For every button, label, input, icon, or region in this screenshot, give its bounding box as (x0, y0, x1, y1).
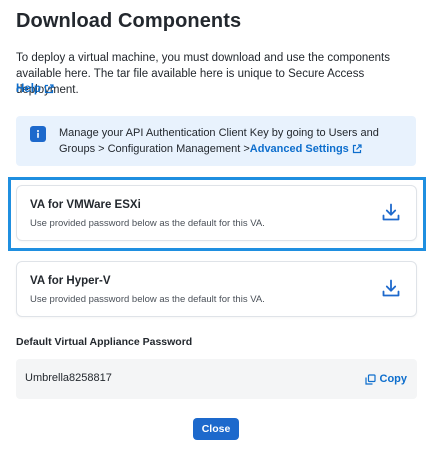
help-link[interactable]: Help (16, 83, 54, 95)
component-description: Use provided password below as the defau… (30, 294, 265, 305)
intro-text: To deploy a virtual machine, you must do… (16, 52, 390, 96)
download-icon (382, 279, 400, 297)
component-card-vmware-esxi: VA for VMWare ESXi Use provided password… (16, 185, 417, 241)
download-hyper-v-button[interactable] (380, 277, 402, 299)
copy-label: Copy (379, 373, 408, 385)
component-title: VA for VMWare ESXi (30, 199, 141, 211)
external-link-icon (44, 84, 54, 94)
advanced-settings-link[interactable]: Advanced Settings (250, 141, 362, 157)
help-link-label: Help (16, 83, 41, 95)
password-label: Default Virtual Appliance Password (16, 336, 193, 348)
copy-icon (364, 373, 376, 385)
password-value: Umbrella8258817 (25, 372, 112, 384)
info-icon (30, 126, 46, 142)
copy-password-button[interactable]: Copy (364, 373, 408, 385)
download-vmware-esxi-button[interactable] (380, 201, 402, 223)
download-icon (382, 203, 400, 221)
component-description: Use provided password below as the defau… (30, 218, 265, 229)
password-field: Umbrella8258817 Copy (16, 359, 417, 399)
download-components-dialog: Download Components To deploy a virtual … (0, 0, 431, 454)
advanced-settings-link-label: Advanced Settings (249, 143, 349, 155)
close-button[interactable]: Close (193, 418, 239, 440)
component-card-hyper-v: VA for Hyper-V Use provided password bel… (16, 261, 417, 317)
info-banner-text: Manage your API Authentication Client Ke… (59, 125, 404, 157)
component-title: VA for Hyper-V (30, 275, 111, 287)
info-banner: Manage your API Authentication Client Ke… (16, 116, 416, 166)
dialog-title: Download Components (16, 10, 242, 32)
external-link-icon (352, 144, 362, 154)
